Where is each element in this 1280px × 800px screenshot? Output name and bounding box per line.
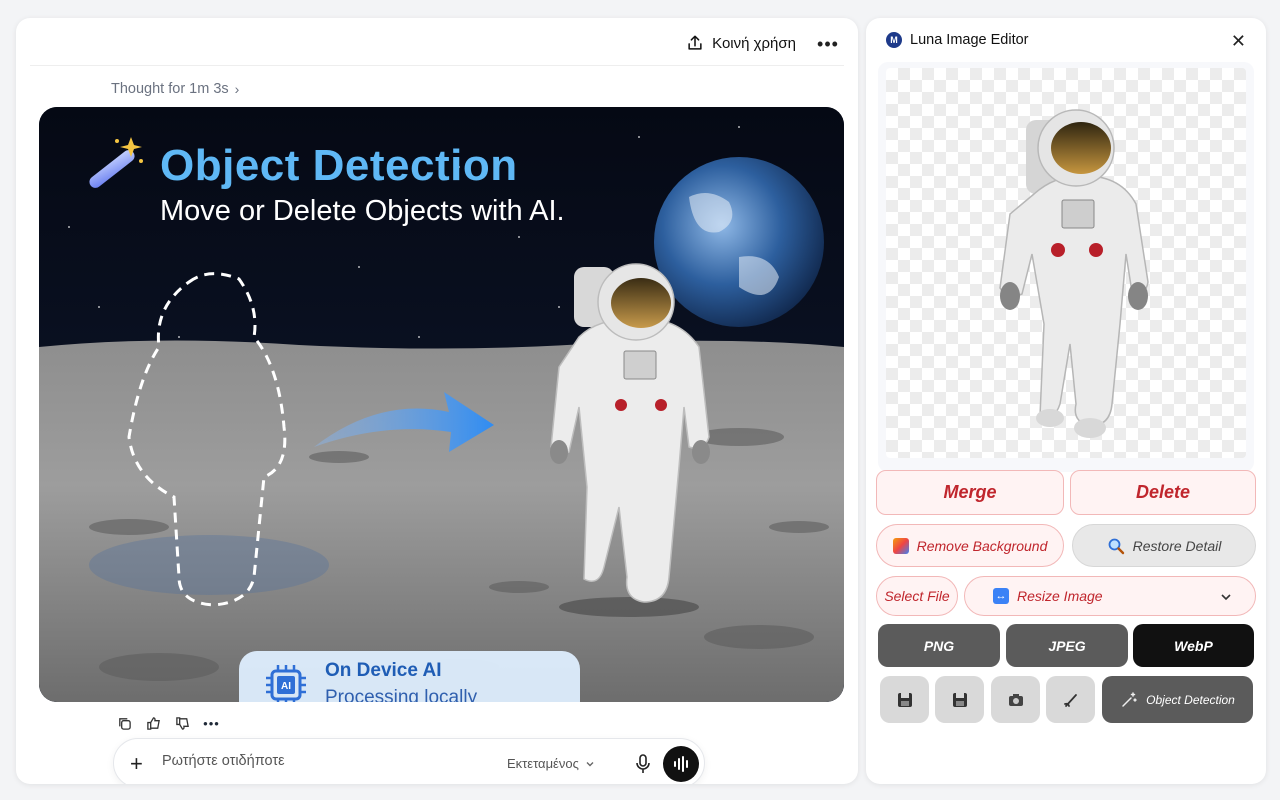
image-editor-panel: M Luna Image Editor ✕ Merge Delete Remov… bbox=[866, 18, 1266, 784]
astronaut-cutout bbox=[999, 109, 1149, 438]
earth-planet bbox=[654, 157, 824, 327]
object-detection-label: Object Detection bbox=[1146, 692, 1235, 707]
magic-wand-icon bbox=[89, 137, 143, 188]
thought-label: Thought for 1m 3s bbox=[111, 81, 229, 97]
voice-mode-button[interactable] bbox=[663, 746, 699, 782]
magic-wand-icon bbox=[1122, 691, 1137, 707]
editor-title: Luna Image Editor bbox=[910, 32, 1029, 48]
chevron-right-icon: › bbox=[234, 81, 240, 97]
remove-background-button[interactable]: Remove Background bbox=[876, 524, 1064, 567]
waveform-icon bbox=[674, 756, 688, 772]
ai-badge-subtitle: Processing locally bbox=[325, 687, 478, 702]
copy-icon[interactable] bbox=[116, 715, 133, 732]
luna-logo-icon: M bbox=[886, 32, 902, 48]
thumbs-up-icon[interactable] bbox=[145, 715, 162, 732]
microphone-icon[interactable] bbox=[633, 753, 653, 775]
chat-composer: + Εκτεταμένος bbox=[113, 738, 705, 784]
merge-label: Merge bbox=[943, 482, 997, 502]
chat-panel: Κοινή χρήση ••• Thought for 1m 3s › Obje… bbox=[16, 18, 858, 784]
resize-image-select[interactable]: ↔ Resize Image bbox=[964, 576, 1256, 616]
format-png-button[interactable]: PNG bbox=[878, 624, 1000, 667]
thumbs-down-icon[interactable] bbox=[174, 715, 191, 732]
add-attachment-icon[interactable]: + bbox=[130, 751, 143, 777]
format-png-label: PNG bbox=[923, 637, 955, 654]
restore-detail-button[interactable]: Restore Detail bbox=[1072, 524, 1256, 567]
resize-image-label: Resize Image bbox=[1017, 588, 1103, 604]
model-label: Εκτεταμένος bbox=[507, 756, 579, 771]
ai-badge-title: On Device AI bbox=[325, 660, 442, 681]
thought-toggle[interactable]: Thought for 1m 3s › bbox=[111, 81, 239, 97]
chevron-down-icon bbox=[586, 761, 594, 766]
save-button[interactable] bbox=[880, 676, 929, 723]
message-actions: ••• bbox=[116, 715, 220, 732]
format-webp-label: WebP bbox=[1174, 637, 1213, 654]
save-icon bbox=[897, 692, 912, 707]
magnifier-icon bbox=[1108, 538, 1124, 554]
image-icon bbox=[892, 537, 909, 554]
object-detection-button[interactable]: Object Detection bbox=[1102, 676, 1253, 723]
share-label: Κοινή χρήση bbox=[712, 34, 796, 52]
save-as-button[interactable] bbox=[935, 676, 984, 723]
transparent-canvas bbox=[886, 68, 1246, 458]
delete-button[interactable]: Delete bbox=[1070, 470, 1256, 515]
format-jpeg-button[interactable]: JPEG bbox=[1006, 624, 1128, 667]
chat-topbar: Κοινή χρήση ••• bbox=[30, 18, 844, 66]
hero-subtitle: Move or Delete Objects with AI. bbox=[160, 195, 565, 227]
model-selector[interactable]: Εκτεταμένος bbox=[507, 756, 595, 771]
merge-button[interactable]: Merge bbox=[876, 470, 1064, 515]
floppy-disk-icon bbox=[952, 692, 967, 707]
share-button[interactable]: Κοινή χρήση bbox=[686, 34, 796, 52]
image-preview bbox=[878, 62, 1254, 472]
more-options-icon[interactable]: ••• bbox=[816, 32, 840, 56]
resize-arrows-icon: ↔ bbox=[993, 588, 1009, 604]
select-file-label: Select File bbox=[884, 588, 950, 604]
delete-label: Delete bbox=[1135, 482, 1191, 502]
ai-chip-icon: AI bbox=[266, 665, 306, 702]
camera-icon bbox=[1008, 693, 1023, 706]
more-actions-icon[interactable]: ••• bbox=[203, 715, 220, 732]
close-icon[interactable]: ✕ bbox=[1231, 31, 1246, 52]
hero-image: Object Detection Move or Delete Objects … bbox=[39, 107, 844, 702]
brush-icon bbox=[1063, 693, 1077, 707]
format-jpeg-label: JPEG bbox=[1048, 637, 1086, 654]
format-webp-button[interactable]: WebP bbox=[1133, 624, 1254, 667]
editor-header: M Luna Image Editor bbox=[886, 32, 1029, 48]
restore-detail-label: Restore Detail bbox=[1132, 537, 1222, 554]
chevron-down-icon bbox=[1221, 594, 1231, 601]
camera-button[interactable] bbox=[991, 676, 1040, 723]
prompt-input[interactable] bbox=[162, 753, 462, 769]
hero-title: Object Detection bbox=[160, 141, 518, 190]
brush-button[interactable] bbox=[1046, 676, 1095, 723]
svg-text:AI: AI bbox=[281, 681, 291, 692]
remove-background-label: Remove Background bbox=[916, 537, 1048, 554]
select-file-button[interactable]: Select File bbox=[876, 576, 958, 616]
on-device-ai-badge: AI On Device AI Processing locally bbox=[239, 651, 580, 702]
share-icon bbox=[688, 35, 702, 50]
